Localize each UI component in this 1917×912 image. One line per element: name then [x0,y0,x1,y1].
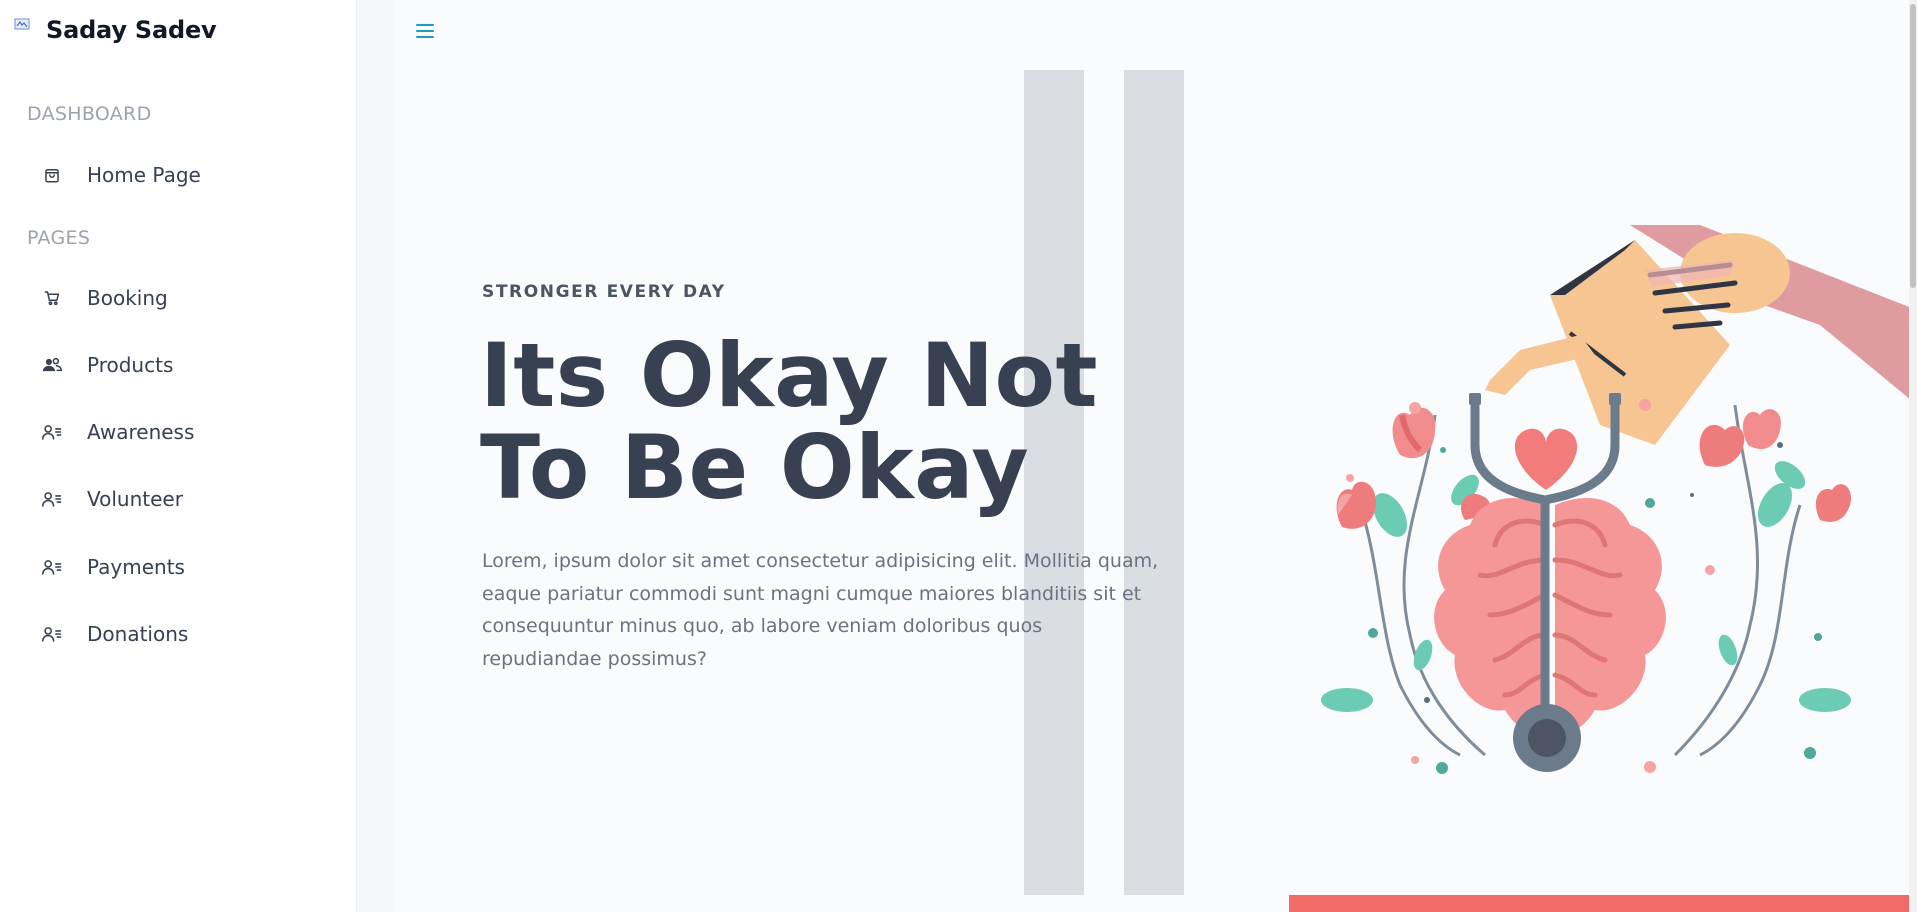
brand[interactable]: Saday Sadev [14,16,217,44]
hero-body-text: Lorem, ipsum dolor sit amet consectetur … [482,550,1159,670]
sidebar-item-payments[interactable]: Payments [40,550,185,584]
sidebar: Saday Sadev DASHBOARD Home Page PAGES Bo… [0,0,357,912]
cart-icon [40,286,64,310]
sidebar-item-products[interactable]: Products [40,348,173,382]
hero-eyebrow: STRONGER EVERY DAY [482,282,726,302]
user-list-icon [40,555,64,579]
sidebar-item-donations[interactable]: Donations [40,617,188,651]
sidebar-item-label: Awareness [87,420,195,444]
sidebar-item-home-page[interactable]: Home Page [40,158,201,192]
brain-health-illustration [1321,225,1917,774]
section-label-dashboard: DASHBOARD [27,103,152,125]
sidebar-item-awareness[interactable]: Awareness [40,415,194,449]
users-icon [40,353,64,377]
menu-toggle-button[interactable] [414,20,436,42]
sidebar-item-label: Payments [87,555,185,579]
brand-name: Saday Sadev [46,16,217,44]
footer-accent-bar [1289,895,1917,912]
user-list-icon [40,487,64,511]
section-label-pages: PAGES [27,227,91,249]
logo-icon [14,18,30,30]
sidebar-item-volunteer[interactable]: Volunteer [40,482,183,516]
sidebar-item-label: Donations [87,622,189,646]
hamburger-icon [416,24,434,38]
sidebar-item-label: Booking [87,286,168,310]
heart [1514,428,1578,490]
user-list-icon [40,420,64,444]
user-list-icon [40,622,64,646]
hero-headline: Its Okay Not To Be Okay [480,324,1099,519]
sidebar-item-booking[interactable]: Booking [40,281,168,315]
shopping-bag-icon [40,163,64,187]
sidebar-item-label: Volunteer [87,487,183,511]
sidebar-item-label: Home Page [87,163,201,187]
sidebar-item-label: Products [87,353,174,377]
scrollbar-thumb[interactable] [1910,4,1916,288]
